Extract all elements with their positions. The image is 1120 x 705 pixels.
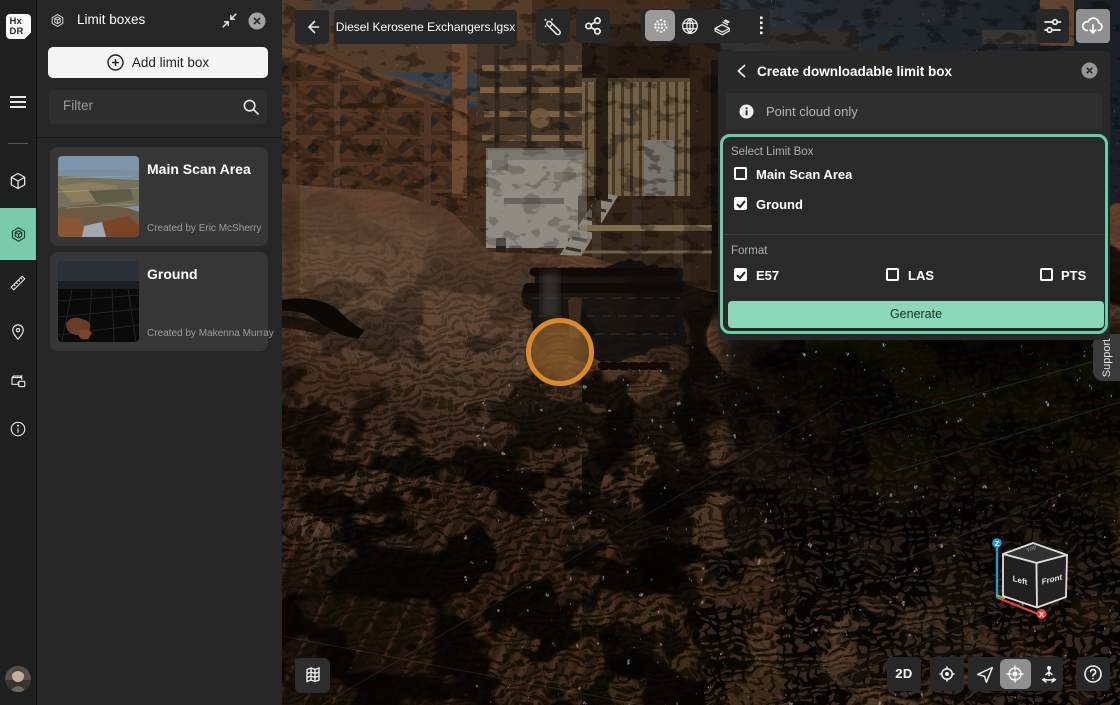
svg-text:Z: Z xyxy=(995,539,1000,548)
svg-text:X: X xyxy=(1039,610,1044,619)
